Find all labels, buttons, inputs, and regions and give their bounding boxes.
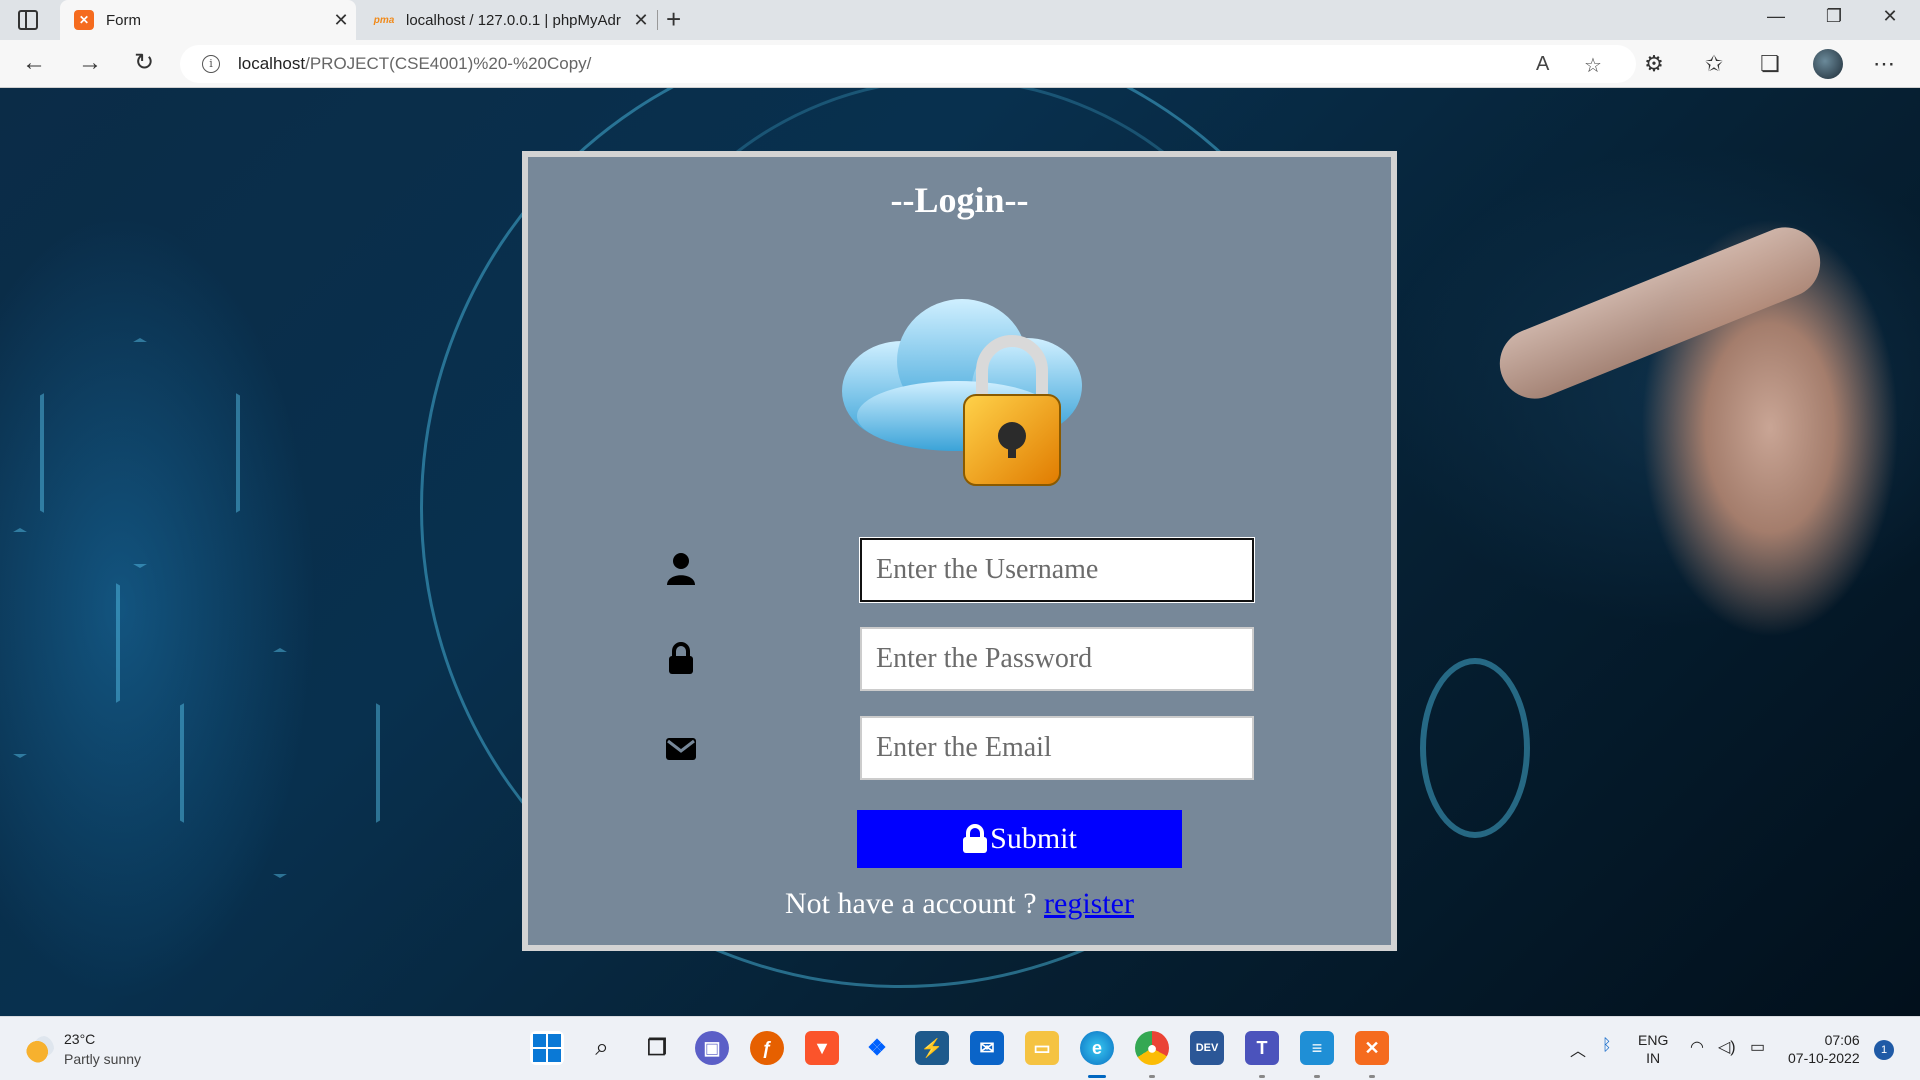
read-aloud-icon[interactable]: A [1536,53,1549,76]
xampp-icon[interactable]: ✕ [1355,1031,1389,1065]
active-app-indicator [1088,1075,1106,1078]
brave-icon[interactable]: ▼ [805,1031,839,1065]
tab-title: Form [106,11,141,29]
running-app-indicator [1314,1075,1320,1078]
battery-icon[interactable]: ▭ [1750,1037,1765,1057]
teams-icon[interactable]: T [1245,1031,1279,1065]
forward-icon[interactable]: → [72,48,108,80]
page-background: --Login-- Enter the Username Enter the E… [0,88,1920,1016]
search-icon[interactable]: ⌕ [585,1031,619,1065]
browser-tab-bar: ✕ Form ✕ pma localhost / 127.0.0.1 | php… [0,0,1920,40]
show-hidden-icons-chevron-icon[interactable]: ︿ [1570,1037,1586,1061]
system-clock[interactable]: 07:06 07-10-2022 [1788,1031,1860,1067]
lock-icon [669,642,693,674]
submit-label: Submit [990,822,1077,855]
email-row [528,716,1391,780]
mail-icon[interactable]: ✉ [970,1031,1004,1065]
decorative-hexagon [0,528,120,758]
weather-description[interactable]: Partly sunny [64,1051,141,1067]
more-menu-icon[interactable]: ⋯ [1866,46,1902,82]
close-tab-icon[interactable]: ✕ [626,10,656,31]
register-prompt: Not have a account ? register [528,887,1391,921]
url-path: /PROJECT(CSE4001)%20-%20Copy/ [305,54,592,73]
add-favorite-icon[interactable]: ☆ [1584,53,1602,78]
powershell-icon[interactable]: ⚡ [915,1031,949,1065]
notification-badge[interactable]: 1 [1874,1040,1894,1060]
url-host: localhost [238,54,306,73]
extensions-icon[interactable]: ⚙ [1636,46,1672,82]
collections-icon[interactable]: ❏ [1752,46,1788,82]
xampp-icon: ✕ [74,10,94,30]
running-app-indicator [1259,1075,1265,1078]
weather-temperature[interactable]: 23°C [64,1031,95,1047]
tab-divider [657,10,658,30]
cloud-lock-icon [842,299,1082,486]
chrome-icon[interactable]: ● [1135,1031,1169,1065]
favorites-icon[interactable]: ✩ [1696,46,1732,82]
volume-icon[interactable]: ◁) [1718,1037,1736,1057]
password-input[interactable] [860,627,1254,691]
user-icon [667,553,695,585]
language-indicator[interactable]: ENG IN [1638,1031,1668,1067]
window-close-icon[interactable]: ✕ [1870,6,1910,27]
tab-phpmyadmin[interactable]: pma localhost / 127.0.0.1 | phpMyAdr ✕ [360,0,656,40]
username-input[interactable] [860,538,1254,602]
password-row [528,627,1391,691]
language-code: ENG [1638,1032,1669,1048]
address-bar[interactable]: i localhost/PROJECT(CSE4001)%20-%20Copy/… [180,45,1636,83]
clock-time: 07:06 [1824,1032,1860,1048]
dev-cpp-icon[interactable]: DEV [1190,1031,1224,1065]
register-prompt-text: Not have a account ? [784,887,1045,920]
file-explorer-icon[interactable]: ▭ [1025,1031,1059,1065]
email-input[interactable] [860,716,1254,780]
tab-form[interactable]: ✕ Form ✕ [60,0,356,40]
running-app-indicator [1149,1075,1155,1078]
phpmyadmin-icon: pma [373,14,395,26]
region-code: IN [1646,1050,1661,1066]
chat-icon[interactable]: ▣ [695,1031,729,1065]
windows-start-icon[interactable] [530,1031,564,1065]
new-tab-icon[interactable]: + [666,4,681,35]
decorative-hexagon [40,338,240,568]
close-tab-icon[interactable]: ✕ [326,10,356,31]
profile-avatar[interactable] [1813,49,1843,79]
weather-icon[interactable] [26,1035,54,1063]
dropbox-icon[interactable]: ❖ [860,1031,894,1065]
submit-button[interactable]: Submit [857,810,1182,868]
address-toolbar: ← → ↻ i localhost/PROJECT(CSE4001)%20-%2… [0,40,1920,88]
notepad-icon[interactable]: ≡ [1300,1031,1334,1065]
login-title: --Login-- [890,180,1029,220]
restore-icon[interactable]: ❐ [1814,6,1854,27]
register-link[interactable]: register [1044,887,1134,920]
bluetooth-icon[interactable]: ᛒ [1602,1037,1612,1055]
firefox-icon[interactable]: ƒ [750,1031,784,1065]
clock-date: 07-10-2022 [1788,1050,1860,1066]
envelope-icon [666,738,696,760]
site-info-icon[interactable]: i [202,55,220,73]
decorative-hexagon [180,648,380,878]
lock-icon [963,824,988,853]
running-app-indicator [1369,1075,1375,1078]
edge-icon[interactable]: e [1080,1031,1114,1065]
wifi-icon[interactable]: ◠ [1690,1037,1704,1057]
tab-title: localhost / 127.0.0.1 | phpMyAdr [406,11,621,29]
hand-image [1490,148,1920,708]
username-row [528,538,1391,602]
taskbar: 23°C Partly sunny ⌕ ❐ ▣ ƒ ▼ ❖ ⚡ ✉ ▭ e ● … [0,1016,1920,1080]
task-view-icon[interactable]: ❐ [640,1031,674,1065]
minimize-icon[interactable]: — [1756,6,1796,27]
back-icon[interactable]: ← [16,48,52,80]
refresh-icon[interactable]: ↻ [126,48,162,80]
login-form: --Login-- Enter the Username Enter the E… [522,151,1397,951]
tab-actions-icon[interactable] [18,10,38,30]
url-text[interactable]: localhost/PROJECT(CSE4001)%20-%20Copy/ [238,54,591,74]
